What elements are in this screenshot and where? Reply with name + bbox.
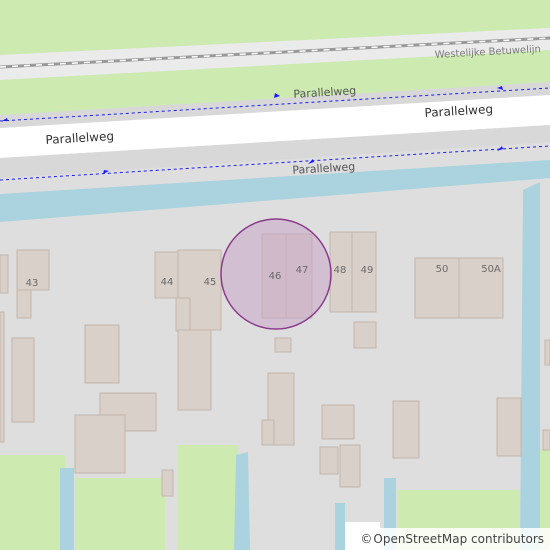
building: [11, 337, 35, 423]
map-canvas: Westelijke Betuwelijn Parallelweg Parall…: [0, 0, 550, 550]
map-view[interactable]: Westelijke Betuwelijn Parallelweg Parall…: [0, 0, 550, 550]
building: [0, 254, 9, 294]
building-44: [154, 251, 180, 299]
house-number-46: 46: [269, 271, 282, 282]
grass-patch: [178, 445, 238, 550]
building: [353, 321, 377, 349]
building: [0, 311, 5, 443]
building: [74, 414, 126, 474]
house-number-45: 45: [204, 277, 217, 288]
map-attribution[interactable]: © OpenStreetMap contributors: [357, 528, 550, 550]
house-number-50a: 50A: [481, 264, 501, 275]
vertical-ditch-right: [520, 182, 540, 550]
building: [392, 400, 420, 459]
building: [542, 429, 550, 451]
grass-patch: [75, 478, 165, 550]
ditch: [234, 452, 250, 550]
house-number-43: 43: [26, 278, 39, 289]
ditch: [335, 503, 345, 550]
house-number-47: 47: [296, 265, 309, 276]
grass-patch: [0, 455, 65, 550]
building: [177, 329, 212, 411]
building: [161, 469, 174, 497]
copyright-icon: ©: [360, 532, 373, 546]
building: [319, 446, 339, 475]
building: [261, 419, 275, 446]
building: [16, 289, 32, 319]
building: [496, 397, 522, 457]
house-number-50: 50: [436, 264, 449, 275]
building: [175, 297, 191, 332]
house-number-49: 49: [361, 265, 374, 276]
building: [84, 324, 120, 384]
building: [274, 337, 292, 353]
building: [321, 404, 355, 440]
building: [339, 444, 361, 488]
building: [544, 339, 550, 366]
attribution-link[interactable]: OpenStreetMap contributors: [373, 532, 544, 546]
house-number-44: 44: [161, 277, 174, 288]
house-number-48: 48: [334, 265, 347, 276]
ditch: [60, 468, 74, 550]
